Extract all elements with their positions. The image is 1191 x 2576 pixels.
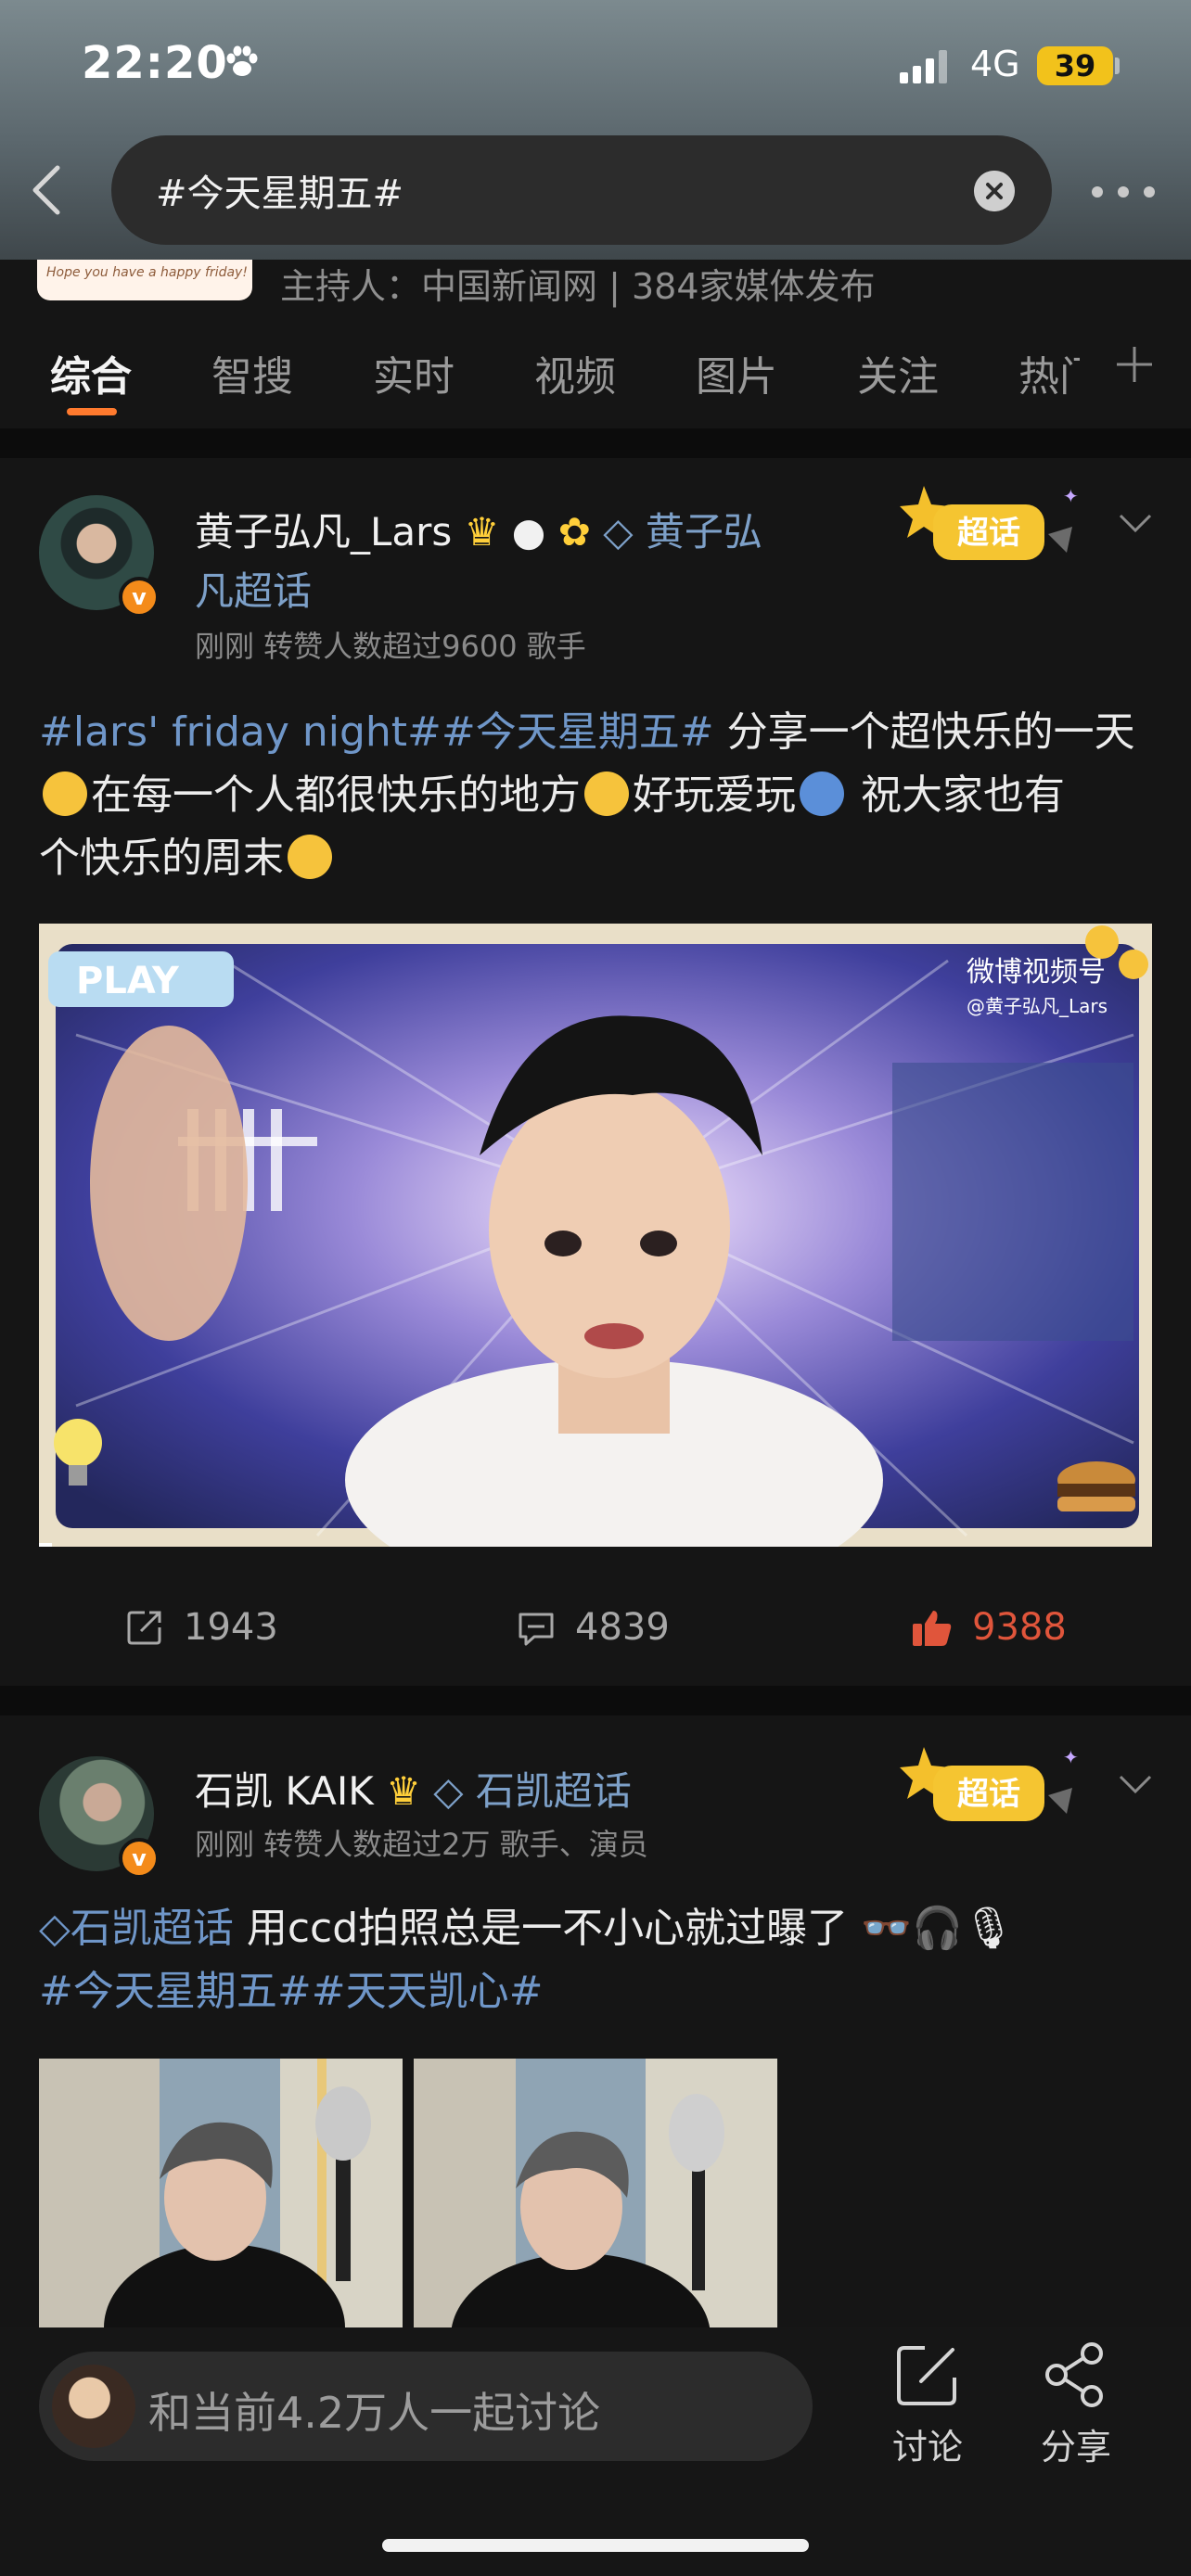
- comment-count: 4839: [575, 1606, 670, 1649]
- post-username[interactable]: 石凯 KAIK ♛ ◇ 石凯超话: [195, 1760, 632, 1817]
- post-text: ◇石凯超话 用ccd拍照总是一不小心就过曝了 👓🎧🎙 #今天星期五##天天凯心#: [39, 1897, 1152, 2023]
- crown-icon: ♛: [386, 1768, 421, 1814]
- avatar: [52, 2365, 135, 2448]
- tab-video[interactable]: 视频: [534, 343, 616, 402]
- battery-cap: [1115, 57, 1120, 74]
- diamond-icon: ◇: [433, 1768, 464, 1814]
- smile-emoji-icon: [43, 772, 87, 816]
- share-icon: [1045, 2342, 1103, 2407]
- post-text-segment: 个快乐的周末: [39, 835, 284, 882]
- username-text: 石凯 KAIK: [195, 1768, 374, 1814]
- repost-count: 1943: [184, 1606, 278, 1649]
- status-bar: 22:20 4G 39: [0, 0, 1191, 139]
- home-indicator[interactable]: [382, 2539, 809, 2552]
- discussion-placeholder: 和当前4.2万人一起讨论: [148, 2388, 601, 2438]
- post-image[interactable]: [414, 2059, 777, 2327]
- video-frame-illustration: PLAY 微博视频号 @黄子弘凡_Lars: [39, 924, 1152, 1547]
- battery-icon: 39: [1037, 46, 1113, 85]
- more-icon[interactable]: [1091, 185, 1156, 198]
- verified-badge-icon: v: [119, 577, 160, 618]
- tab-smart-search[interactable]: 智搜: [211, 343, 293, 402]
- topic-banner[interactable]: Hope you have a happy friday!: [37, 260, 252, 300]
- studio-photo-illustration: [39, 2059, 403, 2327]
- post-text-segment: 用ccd拍照总是一不小心就过曝了: [233, 1905, 849, 1952]
- play-label: PLAY: [76, 960, 180, 1002]
- video-watermark: 微博视频号: [967, 956, 1106, 988]
- video-watermark-handle: @黄子弘凡_Lars: [967, 995, 1108, 1017]
- hashtag-link[interactable]: #lars' friday night##今天星期五#: [39, 708, 714, 756]
- tongue-emoji-icon: [288, 835, 332, 879]
- post-text: #lars' friday night##今天星期五# 分享一个超快乐的一天 在…: [39, 701, 1152, 890]
- badge-text: 超话: [957, 515, 1020, 552]
- clear-icon[interactable]: [974, 171, 1015, 211]
- excited-emoji-icon: [584, 772, 629, 816]
- username-text: 黄子弘凡_Lars: [195, 509, 453, 555]
- compose-icon: [897, 2346, 956, 2405]
- share-button[interactable]: 分享: [1020, 2340, 1132, 2469]
- glasses-emoji-icon: 👓: [861, 1905, 912, 1952]
- chevron-down-icon[interactable]: [1117, 1771, 1154, 1797]
- supertopic-link-continued[interactable]: 凡超话: [195, 560, 312, 617]
- signal-icon: [900, 50, 947, 83]
- microphone-emoji-icon: 🎙: [962, 1905, 1015, 1952]
- add-tab-icon[interactable]: [1111, 341, 1158, 388]
- post-username[interactable]: 黄子弘凡_Lars ♛ ● ✿ ◇ 黄子弘: [195, 501, 762, 557]
- chevron-down-icon[interactable]: [1117, 510, 1154, 536]
- tab-images[interactable]: 图片: [696, 343, 777, 402]
- section-divider: [0, 428, 1191, 458]
- comment-button[interactable]: 4839: [516, 1606, 670, 1649]
- search-query: #今天星期五#: [156, 172, 404, 215]
- svg-text:✦: ✦: [1063, 1746, 1079, 1768]
- post-text-segment: 好玩爱玩: [633, 772, 796, 819]
- supertopic-link[interactable]: 黄子弘: [646, 509, 762, 555]
- like-count: 9388: [972, 1606, 1067, 1649]
- thumbs-up-icon: [913, 1611, 952, 1646]
- active-tab-indicator: [67, 408, 117, 415]
- tab-realtime[interactable]: 实时: [373, 343, 455, 402]
- discuss-button[interactable]: 讨论: [872, 2340, 983, 2469]
- search-input[interactable]: #今天星期五#: [111, 135, 1052, 245]
- repost-icon: [127, 1611, 161, 1645]
- tab-following[interactable]: 关注: [857, 343, 939, 402]
- paw-icon: [226, 45, 258, 76]
- post-meta: 刚刚 转赞人数超过2万 歌手、演员: [195, 1827, 648, 1862]
- discuss-label: 讨论: [891, 2427, 963, 2468]
- supertopic-badge-icon[interactable]: 超话 ✦: [900, 478, 1095, 580]
- post-image[interactable]: [39, 2059, 403, 2327]
- share-label: 分享: [1040, 2427, 1111, 2468]
- screen: { "status_bar": {"time": "22:20", "netwo…: [0, 0, 1191, 2576]
- repost-button[interactable]: 1943: [124, 1606, 278, 1649]
- headphones-emoji-icon: 🎧: [911, 1905, 963, 1952]
- panda-icon: ●: [511, 509, 546, 555]
- supertopic-link[interactable]: 石凯超话: [70, 1905, 234, 1952]
- back-icon[interactable]: [28, 162, 65, 218]
- post-text-segment: 分享一个超快乐的一天: [713, 708, 1135, 756]
- like-button[interactable]: 9388: [911, 1606, 1067, 1649]
- verified-badge-icon: v: [119, 1838, 160, 1879]
- network-label: 4G: [970, 44, 1020, 84]
- svg-text:✦: ✦: [1063, 485, 1079, 507]
- post-meta: 刚刚 转赞人数超过9600 歌手: [195, 629, 586, 664]
- crown-icon: ♛: [464, 509, 500, 555]
- video-player[interactable]: PLAY 微博视频号 @黄子弘凡_Lars: [39, 924, 1152, 1547]
- status-time: 22:20: [82, 37, 228, 89]
- topic-host-line: 主持人：中国新闻网 | 384家媒体发布: [280, 266, 876, 307]
- fish-icon: ✿: [557, 509, 591, 555]
- section-divider: [0, 1686, 1191, 1715]
- supertopic-link[interactable]: 石凯超话: [476, 1768, 632, 1814]
- diamond-icon: ◇: [39, 1905, 70, 1952]
- diamond-icon: ◇: [603, 509, 634, 555]
- tab-hot[interactable]: 热门: [1018, 343, 1080, 402]
- comment-icon: [519, 1613, 554, 1646]
- badge-text: 超话: [957, 1776, 1020, 1813]
- post-text-segment: 在每一个人都很快乐的地方: [91, 772, 581, 819]
- studio-photo-illustration: [414, 2059, 777, 2327]
- discussion-input[interactable]: 和当前4.2万人一起讨论: [39, 2352, 813, 2461]
- hashtag-link[interactable]: #今天星期五##天天凯心#: [39, 1968, 543, 2015]
- post-text-segment: 祝大家也有: [848, 772, 1065, 819]
- tab-comprehensive[interactable]: 综合: [50, 343, 132, 402]
- hug-emoji-icon: [800, 772, 844, 816]
- supertopic-badge-icon[interactable]: 超话 ✦: [900, 1740, 1095, 1842]
